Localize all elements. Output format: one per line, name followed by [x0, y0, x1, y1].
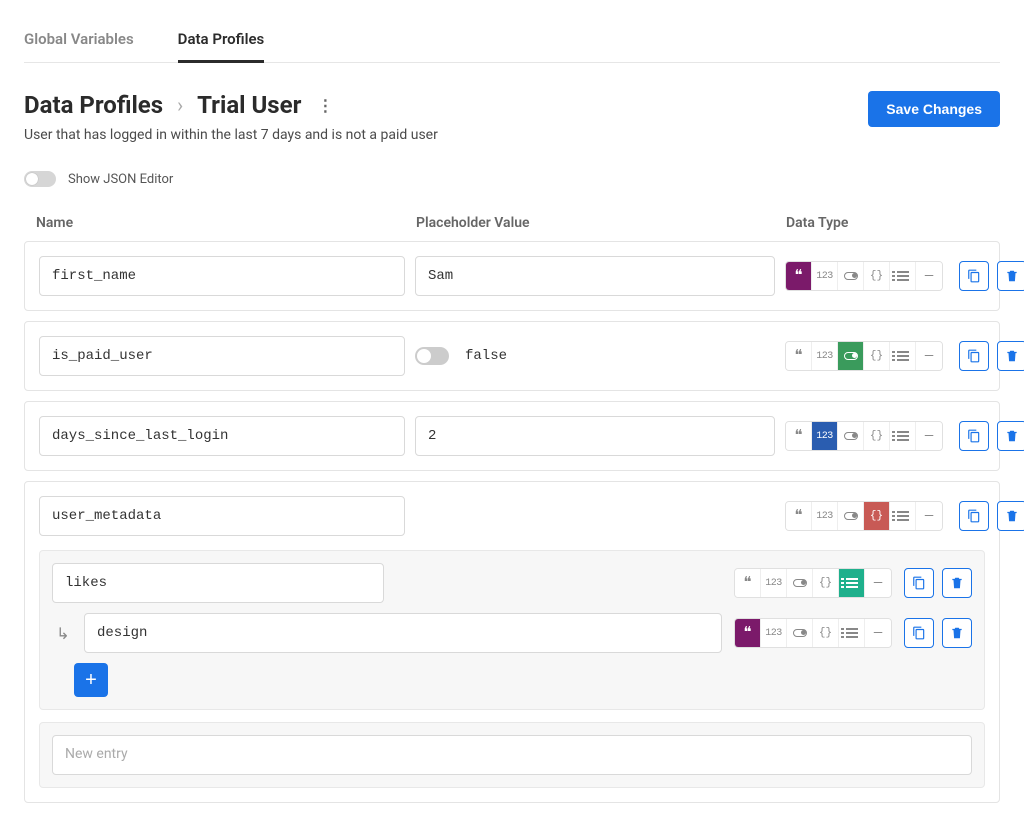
type-array-button[interactable]: [839, 569, 865, 597]
col-data-type: Data Type: [776, 215, 988, 231]
name-input[interactable]: [39, 256, 405, 296]
data-type-picker: ❝ 123 {} —: [785, 261, 943, 291]
breadcrumb: Data Profiles › Trial User ⋮: [24, 91, 438, 119]
delete-button[interactable]: [997, 421, 1024, 451]
type-object-button[interactable]: {}: [864, 342, 890, 370]
json-editor-toggle-row: Show JSON Editor: [24, 171, 1000, 187]
type-number-button[interactable]: 123: [761, 569, 787, 597]
value-input[interactable]: [84, 613, 722, 653]
type-number-button[interactable]: 123: [812, 422, 838, 450]
copy-button[interactable]: [959, 501, 989, 531]
column-headers: Name Placeholder Value Data Type: [24, 215, 1000, 241]
more-options-button[interactable]: ⋮: [315, 91, 335, 119]
breadcrumb-current: Trial User: [197, 91, 301, 119]
copy-button[interactable]: [959, 261, 989, 291]
data-type-picker: ❝ 123 {} —: [734, 618, 892, 648]
name-input[interactable]: [39, 496, 405, 536]
delete-button[interactable]: [997, 341, 1024, 371]
chevron-right-icon: ›: [177, 93, 183, 117]
type-string-button[interactable]: ❝: [786, 502, 812, 530]
delete-button[interactable]: [997, 501, 1024, 531]
type-array-button[interactable]: [890, 502, 916, 530]
property-row: ❝ 123 {} — ❝ 123 {}: [24, 481, 1000, 803]
copy-button[interactable]: [904, 618, 934, 648]
copy-button[interactable]: [904, 568, 934, 598]
type-string-button[interactable]: ❝: [735, 619, 761, 647]
top-tabs: Global Variables Data Profiles: [24, 20, 1000, 63]
type-object-button[interactable]: {}: [813, 619, 839, 647]
type-object-button[interactable]: {}: [864, 502, 890, 530]
data-type-picker: ❝ 123 {} —: [785, 341, 943, 371]
value-input[interactable]: [415, 416, 775, 456]
type-object-button[interactable]: {}: [864, 262, 890, 290]
type-null-button[interactable]: —: [916, 502, 942, 530]
page-header: Data Profiles › Trial User ⋮ User that h…: [24, 91, 1000, 171]
tab-data-profiles[interactable]: Data Profiles: [178, 20, 265, 62]
type-object-button[interactable]: {}: [864, 422, 890, 450]
type-string-button[interactable]: ❝: [786, 422, 812, 450]
boolean-toggle[interactable]: [415, 347, 449, 365]
copy-button[interactable]: [959, 341, 989, 371]
type-number-button[interactable]: 123: [812, 502, 838, 530]
data-type-picker: ❝ 123 {} —: [734, 568, 892, 598]
type-number-button[interactable]: 123: [812, 262, 838, 290]
type-object-button[interactable]: {}: [813, 569, 839, 597]
data-type-picker: ❝ 123 {} —: [785, 501, 943, 531]
type-boolean-button[interactable]: [838, 262, 864, 290]
new-entry-input[interactable]: [52, 735, 972, 775]
type-number-button[interactable]: 123: [761, 619, 787, 647]
property-row: false ❝ 123 {} —: [24, 321, 1000, 391]
type-null-button[interactable]: —: [916, 422, 942, 450]
type-boolean-button[interactable]: [787, 569, 813, 597]
tab-global-variables[interactable]: Global Variables: [24, 20, 134, 62]
json-editor-toggle[interactable]: [24, 171, 56, 187]
property-row: ❝ 123 {} —: [24, 401, 1000, 471]
nested-properties: ❝ 123 {} — ↳ ❝ 123: [39, 550, 985, 710]
json-editor-toggle-label: Show JSON Editor: [68, 172, 173, 187]
name-input[interactable]: [39, 416, 405, 456]
type-null-button[interactable]: —: [916, 342, 942, 370]
value-input[interactable]: [415, 256, 775, 296]
breadcrumb-root[interactable]: Data Profiles: [24, 91, 163, 119]
col-name: Name: [36, 215, 416, 231]
type-number-button[interactable]: 123: [812, 342, 838, 370]
data-type-picker: ❝ 123 {} —: [785, 421, 943, 451]
add-array-item-button[interactable]: +: [74, 663, 108, 697]
type-null-button[interactable]: —: [865, 619, 891, 647]
type-array-button[interactable]: [890, 342, 916, 370]
type-boolean-button[interactable]: [838, 342, 864, 370]
delete-button[interactable]: [942, 618, 972, 648]
type-boolean-button[interactable]: [838, 422, 864, 450]
name-input[interactable]: [39, 336, 405, 376]
array-item-icon: ↳: [52, 624, 74, 643]
type-string-button[interactable]: ❝: [735, 569, 761, 597]
new-entry-container: [39, 722, 985, 788]
name-input[interactable]: [52, 563, 384, 603]
delete-button[interactable]: [942, 568, 972, 598]
type-null-button[interactable]: —: [865, 569, 891, 597]
type-boolean-button[interactable]: [838, 502, 864, 530]
boolean-value-label: false: [465, 348, 507, 364]
type-array-button[interactable]: [890, 422, 916, 450]
property-row: ❝ 123 {} —: [24, 241, 1000, 311]
save-button[interactable]: Save Changes: [868, 91, 1000, 127]
type-array-button[interactable]: [890, 262, 916, 290]
array-item-row: ↳ ❝ 123 {} —: [52, 613, 972, 653]
copy-button[interactable]: [959, 421, 989, 451]
col-placeholder-value: Placeholder Value: [416, 215, 776, 231]
profile-description: User that has logged in within the last …: [24, 127, 438, 143]
type-array-button[interactable]: [839, 619, 865, 647]
type-string-button[interactable]: ❝: [786, 262, 812, 290]
type-string-button[interactable]: ❝: [786, 342, 812, 370]
delete-button[interactable]: [997, 261, 1024, 291]
type-boolean-button[interactable]: [787, 619, 813, 647]
type-null-button[interactable]: —: [916, 262, 942, 290]
